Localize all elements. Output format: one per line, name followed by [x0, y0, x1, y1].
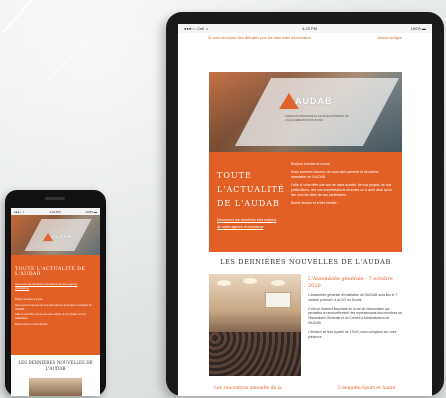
intro-paragraph: Celle-ci vous offre une vue de notre act… — [291, 183, 393, 197]
phone-status-bar: ●●●○ ⌅ 4:20 PM 100% ▬ — [11, 208, 100, 215]
intro-paragraph: Bonne lecture et à très bientôt ! — [291, 201, 339, 205]
article-paragraph: L'assemblée générale d'installation de l… — [308, 293, 398, 302]
logo-text: AUDAB — [295, 95, 333, 106]
hero-link[interactable]: Découvrez les dernières informations de … — [15, 283, 91, 291]
section-title: LES DERNIÈRES NOUVELLES DE L'AUDAB — [18, 360, 93, 371]
tablet-device: ●●●○○ Cell ⌅ 4:20 PM 100% ▬ Si vous renc… — [166, 12, 444, 396]
article-photo — [29, 378, 82, 396]
audab-logo: AUDAB — [43, 228, 72, 246]
intro-paragraph: Bonjour à toutes et à tous, — [291, 162, 331, 166]
intro-text: Bonjour à toutes et à tous, Nous sommes … — [291, 162, 395, 209]
online-version-link[interactable]: Version en ligne — [377, 36, 402, 40]
phone-screen: ●●●○ ⌅ 4:20 PM 100% ▬ AUDAB TOUTE L'ACTU… — [11, 208, 100, 396]
tablet-screen: ●●●○○ Cell ⌅ 4:20 PM 100% ▬ Si vous renc… — [178, 24, 432, 396]
intro-paragraph: Bonne lecture et à très bientôt ! — [15, 322, 49, 326]
hero-title: TOUTE L'ACTUALITÉ DE L'AUDAB — [15, 267, 86, 277]
next-article-title[interactable]: L'enquête Sport et Santé — [338, 386, 395, 391]
article-title[interactable]: L'Assemblée générale - 7 octobre 2020 — [308, 276, 402, 289]
hero-orange-block: TOUTE L'ACTUALITÉ DE L'AUDAB Découvrez l… — [11, 255, 100, 355]
audience — [209, 332, 301, 376]
audab-logo: AUDAB — [279, 92, 333, 110]
newsletter-top-bar: Si vous rencontrez des difficultés pour … — [178, 33, 432, 42]
intro-text: Bonjour à toutes et à tous, Nous sommes … — [15, 298, 95, 329]
tablet-status-bar: ●●●○○ Cell ⌅ 4:20 PM 100% ▬ — [178, 24, 432, 33]
article: L'Assemblée générale - 7 octobre 2020 L'… — [308, 276, 402, 343]
signal-indicator: ●●●○ ⌅ — [14, 209, 25, 214]
intro-paragraph: Bonjour à toutes et à tous, — [15, 298, 43, 301]
logo-subtitle: AGENCE D'URBANISME ET DE DÉVELOPPEMENT D… — [285, 115, 349, 122]
ceiling-lamp — [243, 278, 257, 284]
intro-paragraph: Nous sommes heureux de vous faire parven… — [291, 170, 379, 179]
hero-orange-block: TOUTE L'ACTUALITÉ DE L'AUDAB Découvrez l… — [209, 152, 402, 252]
phone-device: ●●●○ ⌅ 4:20 PM 100% ▬ AUDAB TOUTE L'ACTU… — [5, 190, 106, 396]
intro-paragraph: Nous sommes heureux de vous faire parven… — [15, 303, 92, 311]
hero-banner: AUDAB AGENCE D'URBANISME ET DE DÉVELOPPE… — [209, 72, 402, 152]
hero-title: TOUTE L'ACTUALITÉ DE L'AUDAB — [217, 171, 285, 208]
ceiling-lamp — [271, 280, 285, 286]
article-paragraph: C'est un moment important de la vie de l… — [308, 306, 402, 325]
clock: 4:20 PM — [49, 209, 61, 214]
phone-speaker — [45, 197, 65, 200]
ceiling-lamp — [217, 280, 231, 286]
display-issue-link[interactable]: Si vous rencontrez des difficultés pour … — [208, 36, 311, 40]
signal-indicator: ●●●○○ Cell ⌅ — [184, 26, 209, 31]
hero-link[interactable]: Découvrez les dernières informations de … — [217, 217, 277, 230]
hero-banner: AUDAB — [11, 215, 100, 255]
article-paragraph: L'élection se fera à partir de 17h00, no… — [308, 329, 397, 339]
clock: 4:20 PM — [302, 26, 318, 31]
projection-screen — [265, 292, 291, 308]
section-title: LES DERNIÈRES NOUVELLES DE L'AUDAB — [220, 258, 391, 266]
intro-paragraph: Celle-ci vous offre une vue de notre act… — [15, 313, 86, 321]
logo-text: AUDAB — [51, 234, 73, 240]
assembly-photo — [209, 274, 301, 376]
next-article-title[interactable]: Les rencontres annuelle de la — [214, 386, 282, 391]
battery-indicator: 100% ▬ — [410, 26, 426, 31]
battery-indicator: 100% ▬ — [85, 209, 97, 214]
